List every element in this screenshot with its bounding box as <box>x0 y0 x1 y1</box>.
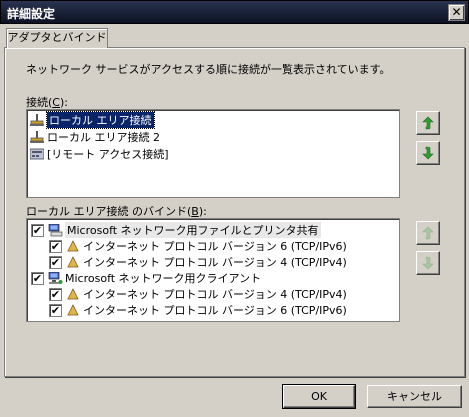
list-item[interactable]: ✔ インターネット プロトコル バージョン 4 (TCP/IPv4) <box>49 286 347 302</box>
down-arrow-icon <box>422 256 434 270</box>
list-item[interactable]: [リモート アクセス接続] <box>29 146 169 162</box>
binding-move-up-button[interactable] <box>416 221 440 245</box>
network-client-icon <box>47 271 63 285</box>
binding-label: Microsoft ネットワーク用クライアント <box>65 272 262 285</box>
tab-label: アダプタとバインド <box>7 31 107 44</box>
list-item[interactable]: ✔ インターネット プロトコル バージョン 6 (TCP/IPv6) <box>49 302 347 318</box>
connections-list[interactable]: ローカル エリア接続 ローカル エリア接続 2 [リモート アクセス接続] <box>26 109 400 198</box>
connections-label: 接続(C): <box>26 96 68 109</box>
tab-adapters-bindings[interactable]: アダプタとバインド <box>6 28 108 48</box>
ok-button[interactable]: OK <box>282 384 356 409</box>
list-item[interactable]: ローカル エリア接続 <box>29 111 155 129</box>
cancel-button[interactable]: キャンセル <box>367 385 462 408</box>
up-arrow-icon <box>422 116 434 130</box>
file-printer-sharing-icon <box>47 223 63 237</box>
binding-checkbox[interactable]: ✔ <box>49 303 62 317</box>
protocol-icon <box>65 303 81 317</box>
list-item[interactable]: ✔ インターネット プロトコル バージョン 6 (TCP/IPv6) <box>49 238 347 254</box>
connection-label: ローカル エリア接続 <box>46 111 155 129</box>
binding-checkbox[interactable]: ✔ <box>49 239 62 253</box>
window-title: 詳細設定 <box>7 7 56 21</box>
network-adapter-icon <box>29 113 45 127</box>
binding-move-down-button[interactable] <box>416 251 440 275</box>
binding-label: インターネット プロトコル バージョン 4 (TCP/IPv4) <box>83 256 347 269</box>
list-item[interactable]: ✔ Microsoft ネットワーク用ファイルとプリンタ共有 <box>31 222 321 238</box>
binding-checkbox[interactable]: ✔ <box>49 287 62 301</box>
title-bar: 詳細設定 ✕ <box>0 0 469 24</box>
protocol-icon <box>65 255 81 269</box>
network-adapter-icon <box>29 130 45 144</box>
binding-label: Microsoft ネットワーク用ファイルとプリンタ共有 <box>65 222 321 238</box>
list-item[interactable]: ローカル エリア接続 2 <box>29 129 160 145</box>
remote-access-icon <box>29 147 45 161</box>
description-text: ネットワーク サービスがアクセスする順に接続が一覧表示されています。 <box>26 63 391 76</box>
binding-label: インターネット プロトコル バージョン 6 (TCP/IPv6) <box>83 240 347 253</box>
bindings-label: ローカル エリア接続 のバインド(B): <box>26 205 207 218</box>
protocol-icon <box>65 287 81 301</box>
binding-checkbox[interactable]: ✔ <box>31 223 44 237</box>
move-up-button[interactable] <box>416 111 440 135</box>
close-icon: ✕ <box>451 5 462 19</box>
close-button[interactable]: ✕ <box>448 4 465 21</box>
binding-label: インターネット プロトコル バージョン 4 (TCP/IPv4) <box>83 288 347 301</box>
move-down-button[interactable] <box>416 141 440 165</box>
down-arrow-icon <box>422 146 434 160</box>
binding-checkbox[interactable]: ✔ <box>49 255 62 269</box>
binding-checkbox[interactable]: ✔ <box>31 271 44 285</box>
bindings-list[interactable]: ✔ Microsoft ネットワーク用ファイルとプリンタ共有 ✔ インターネット… <box>26 218 400 322</box>
protocol-icon <box>65 239 81 253</box>
list-item[interactable]: ✔ インターネット プロトコル バージョン 4 (TCP/IPv4) <box>49 254 347 270</box>
connection-label: ローカル エリア接続 2 <box>47 131 160 144</box>
list-item[interactable]: ✔ Microsoft ネットワーク用クライアント <box>31 270 261 286</box>
binding-label: インターネット プロトコル バージョン 6 (TCP/IPv6) <box>83 304 347 317</box>
connection-label: [リモート アクセス接続] <box>47 148 169 161</box>
up-arrow-icon <box>422 226 434 240</box>
